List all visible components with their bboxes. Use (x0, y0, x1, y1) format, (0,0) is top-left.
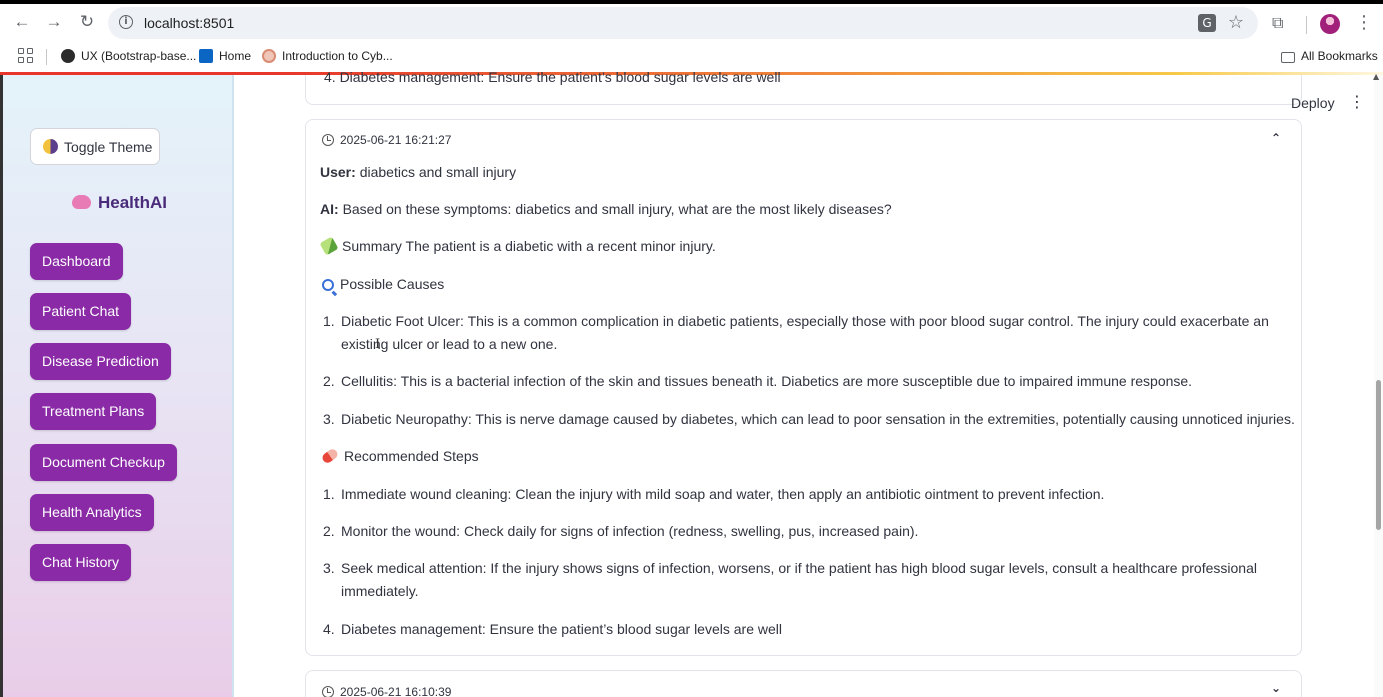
bookmarks-bar: UX (Bootstrap-base... Home Introduction … (0, 42, 1383, 72)
bookmarks-divider (46, 49, 47, 65)
chevron-down-icon[interactable]: ⌄ (1271, 681, 1281, 695)
url-text[interactable]: localhost:8501 (144, 15, 234, 31)
pill-icon (320, 447, 340, 465)
toolbar-divider (1306, 16, 1307, 34)
list-number: 2. (323, 373, 335, 389)
more-icon[interactable]: ⋮ (1355, 12, 1373, 33)
linkedin-icon (199, 49, 213, 63)
list-number: 4. (323, 621, 335, 637)
main-menu-icon[interactable]: ⋮ (1349, 92, 1365, 111)
sidebar: Toggle Theme HealthAI Dashboard Patient … (0, 75, 234, 697)
apps-icon[interactable] (18, 48, 34, 64)
list-number: 1. (323, 486, 335, 502)
scroll-up-icon[interactable]: ▲ (1373, 72, 1379, 81)
entry-timestamp: 2025-06-21 16:21:27 (340, 133, 452, 147)
next-entry-header[interactable]: 2025-06-21 16:10:39 (322, 685, 451, 697)
course-icon (262, 49, 276, 63)
previous-entry-tail: 4. Diabetes management: Ensure the patie… (324, 69, 781, 85)
all-bookmarks[interactable]: All Bookmarks (1281, 49, 1378, 63)
list-number: 3. (323, 411, 335, 427)
nav-health-analytics-button[interactable]: Health Analytics (30, 494, 154, 531)
ai-message: AI: Based on these symptoms: diabetics a… (320, 201, 892, 217)
folder-icon (1281, 52, 1295, 63)
steps-heading: Recommended Steps (320, 447, 479, 465)
scrollbar-thumb[interactable] (1376, 380, 1381, 530)
list-item-continuation: existing ulcer or lead to a new one. (341, 336, 558, 352)
deploy-button[interactable]: Deploy (1291, 95, 1335, 111)
user-label: User: (320, 164, 356, 180)
back-icon[interactable]: ← (10, 10, 34, 34)
nav-dashboard-button[interactable]: Dashboard (30, 243, 123, 280)
clock-icon (322, 686, 334, 697)
clock-icon (322, 134, 334, 146)
list-item: Diabetic Foot Ulcer: This is a common co… (341, 313, 1269, 329)
magnifier-icon (322, 279, 334, 291)
bookmark-home[interactable]: Home (199, 49, 251, 63)
bookmark-cyber[interactable]: Introduction to Cyb... (262, 49, 393, 63)
translate-icon[interactable]: G (1198, 14, 1216, 32)
nav-treatment-plans-button[interactable]: Treatment Plans (30, 393, 157, 430)
nav-document-checkup-button[interactable]: Document Checkup (30, 444, 177, 481)
test-tube-icon (319, 236, 339, 256)
list-number: 3. (323, 560, 335, 576)
toggle-theme-label: Toggle Theme (64, 139, 153, 155)
info-icon[interactable]: i (119, 15, 133, 29)
bookmark-label: UX (Bootstrap-base... (81, 49, 197, 63)
list-item: Seek medical attention: If the injury sh… (341, 560, 1257, 576)
causes-heading-text: Possible Causes (340, 276, 445, 292)
github-icon (61, 49, 75, 63)
next-history-entry-expander[interactable] (305, 670, 1302, 697)
list-number: 1. (323, 313, 335, 329)
window-left-edge (0, 75, 3, 697)
browser-toolbar: ← → ↻ i localhost:8501 G ☆ ⧉ ⋮ (0, 4, 1383, 42)
ai-text: Based on these symptoms: diabetics and s… (342, 201, 892, 217)
list-number: 2. (323, 523, 335, 539)
brand-label: HealthAI (98, 193, 167, 212)
address-bar[interactable]: i localhost:8501 G ☆ (108, 7, 1258, 39)
text-cursor: I (375, 337, 381, 352)
bookmark-label: Introduction to Cyb... (282, 49, 393, 63)
all-bookmarks-label: All Bookmarks (1301, 49, 1378, 63)
next-entry-timestamp: 2025-06-21 16:10:39 (340, 685, 452, 697)
list-item: Diabetic Neuropathy: This is nerve damag… (341, 411, 1295, 427)
user-message: User: diabetics and small injury (320, 164, 516, 180)
previous-history-entry: 4. Diabetes management: Ensure the patie… (305, 69, 1302, 105)
user-text: diabetics and small injury (359, 164, 517, 180)
entry-header[interactable]: 2025-06-21 16:21:27 (322, 133, 451, 147)
steps-heading-text: Recommended Steps (344, 448, 479, 464)
chevron-up-icon[interactable]: ⌃ (1271, 131, 1281, 145)
list-item-continuation: immediately. (341, 583, 419, 599)
nav-disease-prediction-button[interactable]: Disease Prediction (30, 343, 171, 380)
list-item: Immediate wound cleaning: Clean the inju… (341, 486, 1105, 502)
nav-patient-chat-button[interactable]: Patient Chat (30, 293, 132, 330)
toggle-theme-button[interactable]: Toggle Theme (30, 128, 160, 165)
list-item: Monitor the wound: Check daily for signs… (341, 523, 919, 539)
extensions-icon[interactable]: ⧉ (1272, 13, 1283, 33)
star-icon[interactable]: ☆ (1228, 12, 1244, 33)
brain-icon (72, 195, 91, 209)
bookmark-ux[interactable]: UX (Bootstrap-base... (61, 49, 196, 63)
ai-label: AI: (320, 201, 339, 217)
summary-text: Summary The patient is a diabetic with a… (342, 238, 716, 254)
list-item: Cellulitis: This is a bacterial infectio… (341, 373, 1193, 389)
moon-icon (43, 139, 58, 154)
bookmark-label: Home (219, 49, 252, 63)
profile-avatar[interactable] (1320, 14, 1340, 34)
summary-line: Summary The patient is a diabetic with a… (319, 236, 716, 256)
list-item: Diabetes management: Ensure the patient’… (341, 621, 782, 637)
causes-heading: Possible Causes (322, 276, 444, 292)
reload-icon[interactable]: ↻ (75, 10, 99, 34)
brand-title: HealthAI (72, 193, 167, 213)
forward-icon[interactable]: → (42, 10, 66, 34)
nav-chat-history-button[interactable]: Chat History (30, 544, 132, 581)
